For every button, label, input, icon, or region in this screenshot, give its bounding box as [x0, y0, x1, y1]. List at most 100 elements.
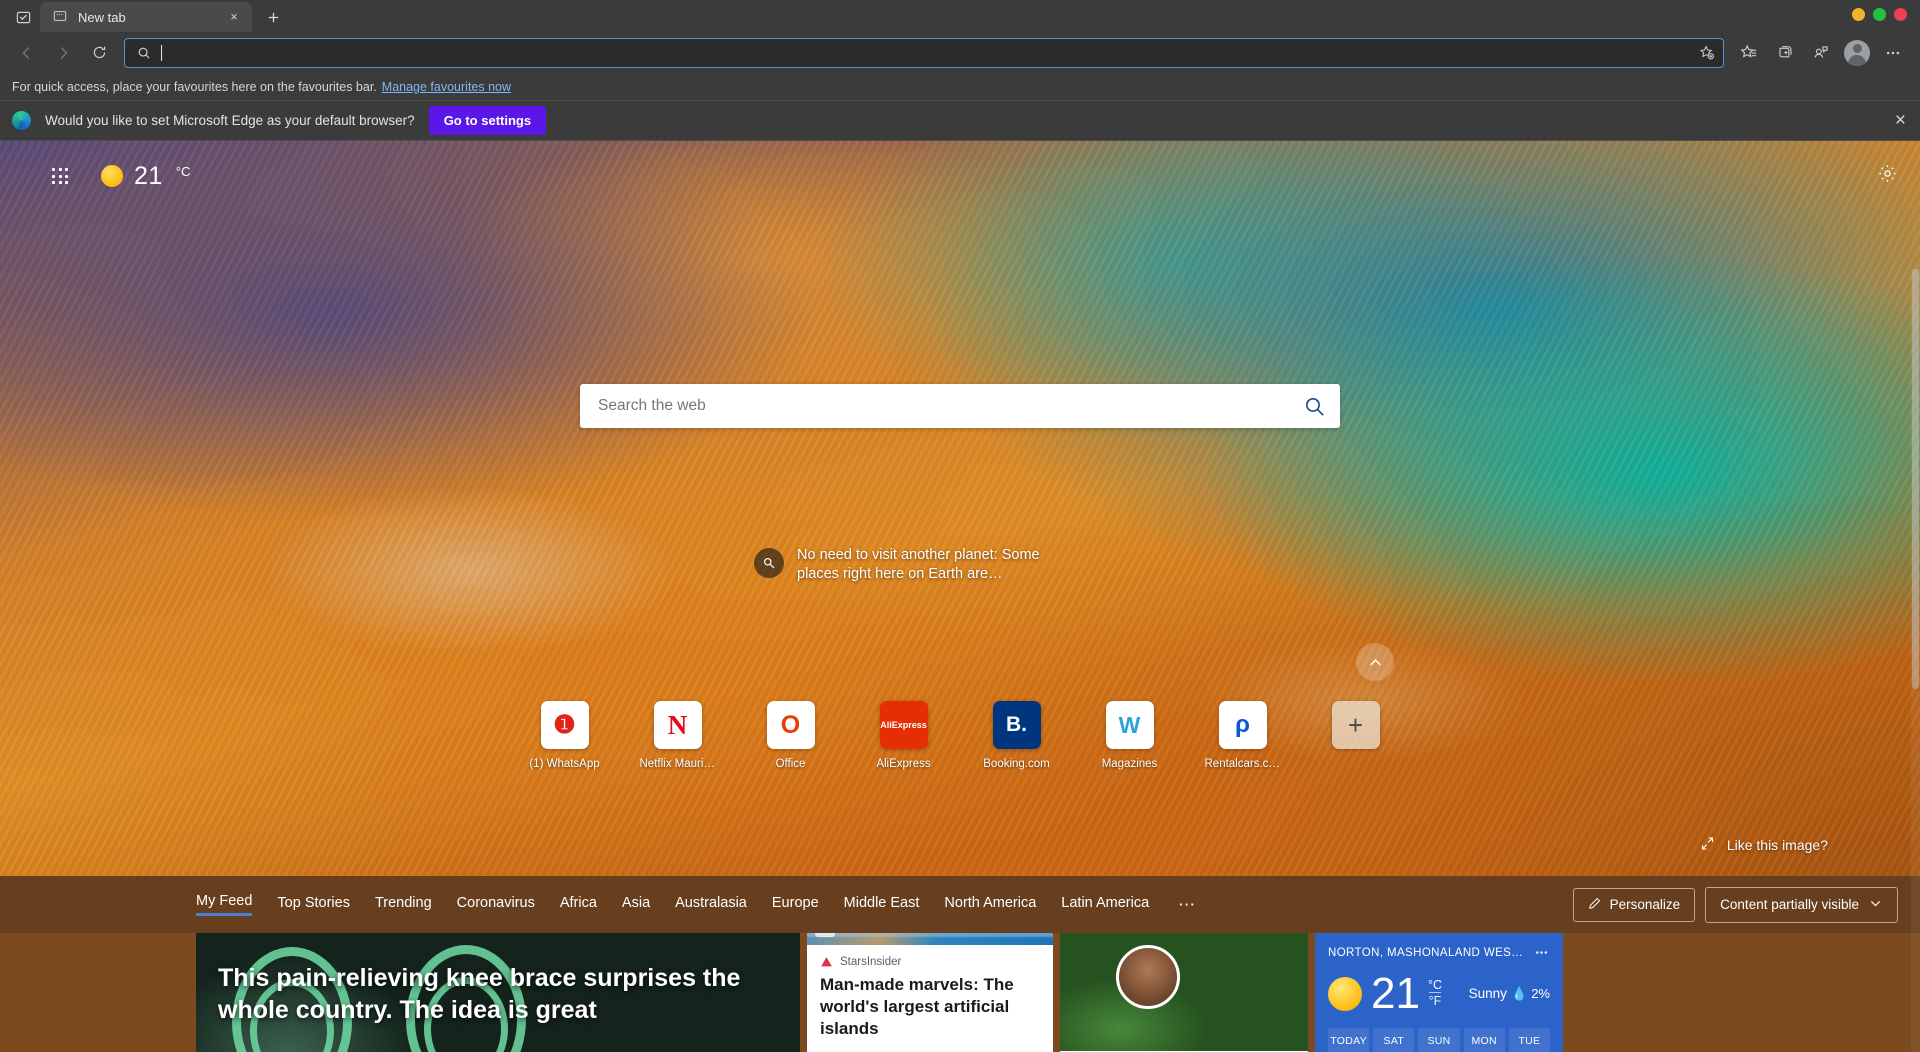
- feed-tab-australasia[interactable]: Australasia: [675, 895, 747, 915]
- more-options-icon[interactable]: [1876, 37, 1910, 69]
- weather-temperature: 21: [1371, 969, 1420, 1018]
- shortcut-tiles: ❶ (1) WhatsApp N Netflix Maurit... O Off…: [0, 701, 1920, 770]
- forecast-day[interactable]: MON 25° 11°: [1463, 1028, 1505, 1052]
- shortcut-whatsapp[interactable]: ❶ (1) WhatsApp: [527, 701, 603, 770]
- search-icon[interactable]: [1303, 395, 1326, 418]
- collections-icon[interactable]: [1768, 37, 1802, 69]
- shortcut-aliexpress[interactable]: AliExpress AliExpress: [866, 701, 942, 770]
- feed-tab-top-stories[interactable]: Top Stories: [277, 895, 350, 915]
- manage-favourites-link[interactable]: Manage favourites now: [382, 80, 511, 94]
- refresh-icon[interactable]: [82, 37, 116, 69]
- personalize-label: Personalize: [1609, 897, 1681, 912]
- forecast-day-name: TODAY: [1330, 1035, 1367, 1047]
- feed-tab-list: My Feed Top Stories Trending Coronavirus…: [196, 893, 1196, 916]
- tab-title: New tab: [78, 9, 126, 25]
- add-shortcut-button[interactable]: +: [1318, 701, 1394, 770]
- feed-tabs-more-icon[interactable]: ⋯: [1178, 895, 1196, 915]
- address-bar[interactable]: [124, 37, 1724, 68]
- back-arrow-icon[interactable]: [10, 37, 44, 69]
- like-image-control[interactable]: Like this image?: [1700, 836, 1828, 854]
- booking-icon: B.: [992, 701, 1041, 749]
- magazines-icon: W: [1105, 701, 1154, 749]
- page-settings-gear-icon[interactable]: [1877, 163, 1898, 189]
- add-favourite-icon[interactable]: [1699, 44, 1715, 61]
- unit-celsius[interactable]: °C: [1428, 978, 1442, 992]
- browser-chrome: New tab × For quick access, place your f…: [0, 0, 1920, 141]
- personalize-button[interactable]: Personalize: [1572, 887, 1696, 922]
- feed-tab-my-feed[interactable]: My Feed: [196, 893, 253, 916]
- more-options-icon[interactable]: [1533, 944, 1550, 961]
- feed-navigation: My Feed Top Stories Trending Coronavirus…: [0, 876, 1920, 933]
- feed-tab-africa[interactable]: Africa: [560, 895, 597, 915]
- shortcut-netflix[interactable]: N Netflix Maurit...: [640, 701, 716, 770]
- aliexpress-icon: AliExpress: [879, 701, 928, 749]
- feed-tab-middle-east[interactable]: Middle East: [844, 895, 920, 915]
- feed-tab-europe[interactable]: Europe: [772, 895, 819, 915]
- browser-essentials-icon[interactable]: [1804, 37, 1838, 69]
- shortcut-label: (1) WhatsApp: [529, 758, 600, 770]
- forecast-day[interactable]: TODAY 27° 9°: [1328, 1028, 1370, 1052]
- ntp-search-container: Search the web: [0, 384, 1920, 428]
- content-visibility-label: Content partially visible: [1720, 897, 1859, 912]
- feed-tab-coronavirus[interactable]: Coronavirus: [457, 895, 535, 915]
- weather-card[interactable]: NORTON, MASHONALAND WEST, ZI... 21 °C °F…: [1315, 933, 1563, 1052]
- ntp-search-box[interactable]: Search the web: [580, 384, 1340, 428]
- expand-icon[interactable]: [1700, 836, 1715, 854]
- close-banner-icon[interactable]: ×: [1895, 111, 1906, 130]
- feed-controls: Personalize Content partially visible: [1572, 886, 1898, 923]
- ntp-top-bar: 21 °C: [0, 141, 1920, 211]
- forecast-day[interactable]: SUN 27° 13°: [1418, 1028, 1460, 1052]
- profile-button[interactable]: [1840, 39, 1874, 66]
- tab-close-icon[interactable]: ×: [224, 7, 244, 27]
- shortcut-magazines[interactable]: W Magazines: [1092, 701, 1168, 770]
- content-visibility-dropdown[interactable]: Content partially visible: [1705, 886, 1898, 923]
- feed-card-article-rock[interactable]: Dwayne 'The Rock' Johnson Buys Georgia F…: [1060, 933, 1308, 1052]
- favourites-icon[interactable]: [1732, 37, 1766, 69]
- unit-fahrenheit[interactable]: °F: [1428, 992, 1442, 1008]
- edge-logo-icon: [12, 111, 31, 130]
- feed-tab-north-america[interactable]: North America: [944, 895, 1036, 915]
- shortcut-label: Magazines: [1101, 758, 1158, 770]
- feed-tab-trending[interactable]: Trending: [375, 895, 432, 915]
- feed-tab-asia[interactable]: Asia: [622, 895, 650, 915]
- search-icon: [137, 46, 151, 60]
- page-scrollbar[interactable]: [1911, 269, 1920, 1052]
- plus-icon: +: [1331, 701, 1380, 749]
- feed-card-article-islands[interactable]: StarsInsider Man-made marvels: The world…: [807, 933, 1053, 1052]
- new-tab-page: 21 °C Search the web No need to visit an…: [0, 141, 1920, 1052]
- ntp-weather-summary[interactable]: 21 °C: [101, 162, 190, 191]
- forecast-day[interactable]: TUE 25° 10°: [1508, 1028, 1551, 1052]
- shortcut-rentalcars[interactable]: ρ Rentalcars.com: [1205, 701, 1281, 770]
- window-close-button[interactable]: [1894, 8, 1907, 21]
- weather-units[interactable]: °C °F: [1428, 978, 1442, 1009]
- shortcut-label: Office: [775, 758, 806, 770]
- apps-grid-icon[interactable]: [52, 168, 68, 184]
- window-minimize-button[interactable]: [1852, 8, 1865, 21]
- forward-arrow-icon[interactable]: [46, 37, 80, 69]
- image-attribution[interactable]: No need to visit another planet: Some pl…: [754, 546, 1042, 584]
- go-to-settings-button[interactable]: Go to settings: [428, 106, 547, 135]
- feed-card-hero-ad[interactable]: This pain-relieving knee brace surprises…: [196, 933, 800, 1052]
- article-source-name: StarsInsider: [840, 955, 902, 968]
- scrollbar-thumb[interactable]: [1912, 269, 1919, 689]
- forecast-day[interactable]: SAT 27° 10°: [1373, 1028, 1415, 1052]
- shortcut-office[interactable]: O Office: [753, 701, 829, 770]
- starsinsider-logo-icon: [821, 956, 832, 967]
- weather-precipitation: 💧 2%: [1511, 986, 1550, 1001]
- article-image: [1060, 933, 1308, 1051]
- weather-current: 21 °C °F Sunny 💧 2%: [1328, 972, 1550, 1016]
- ntp-temperature-unit: °C: [175, 163, 191, 179]
- ntp-search-input[interactable]: Search the web: [598, 397, 1303, 415]
- weather-card-header: NORTON, MASHONALAND WEST, ZI...: [1328, 944, 1550, 961]
- feed-tab-latin-america[interactable]: Latin America: [1061, 895, 1149, 915]
- profile-avatar-icon[interactable]: [1844, 39, 1870, 66]
- shortcut-label: Netflix Maurit...: [639, 758, 716, 770]
- shortcut-booking[interactable]: B. Booking.com: [979, 701, 1055, 770]
- window-maximize-button[interactable]: [1873, 8, 1886, 21]
- new-tab-button[interactable]: [258, 3, 288, 31]
- browser-tab[interactable]: New tab ×: [40, 2, 252, 32]
- water-drop-icon: 💧: [1511, 986, 1528, 1001]
- chevron-up-icon[interactable]: [1356, 643, 1394, 681]
- tab-search-icon[interactable]: [6, 2, 40, 32]
- image-search-icon[interactable]: [754, 548, 784, 578]
